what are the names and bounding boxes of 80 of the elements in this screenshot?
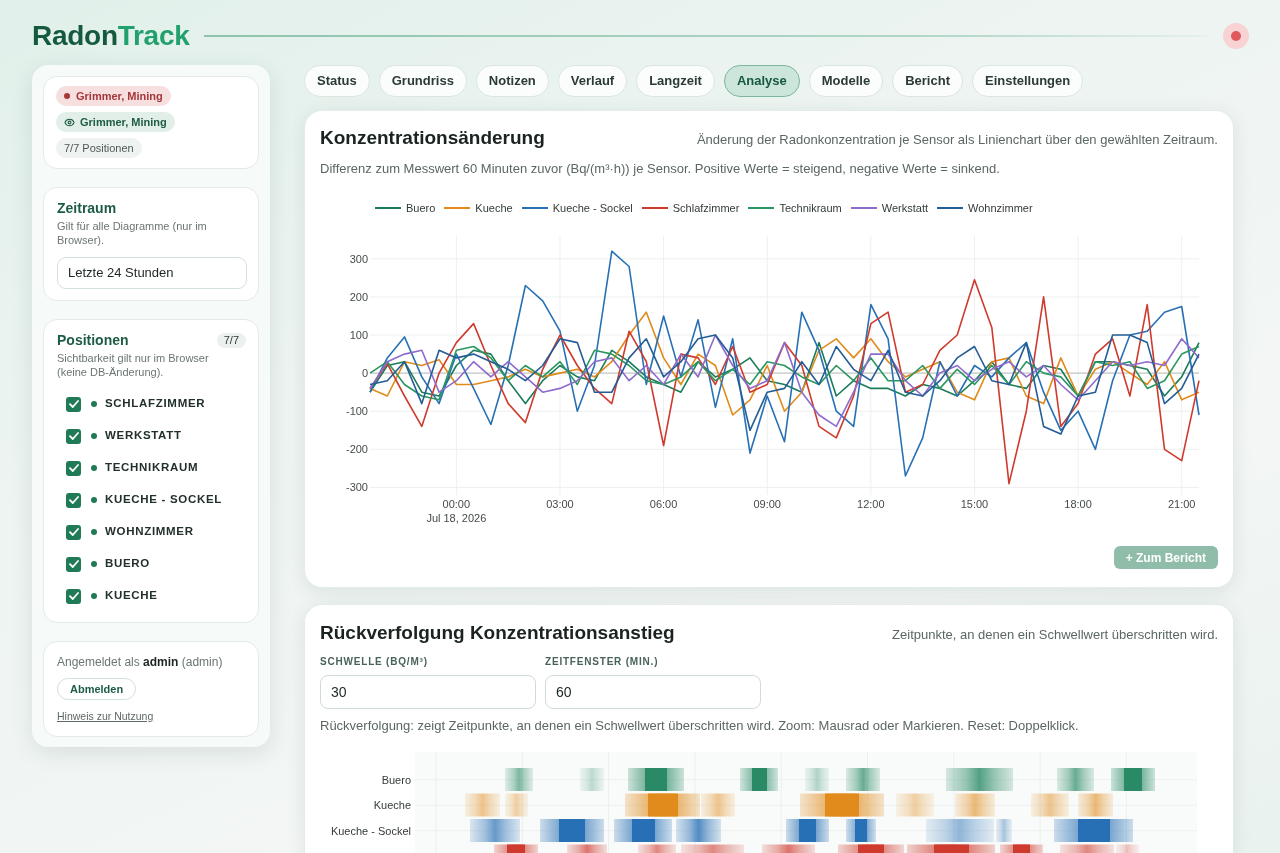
axis-tick-label: -300 — [345, 481, 368, 494]
card-title: Rückverfolgung Konzentrationsanstieg — [320, 621, 675, 645]
tab[interactable]: Verlauf — [557, 65, 628, 97]
axis-tick-label: 21:00 — [1167, 498, 1196, 510]
check-icon — [68, 592, 79, 600]
usage-note-link[interactable]: Hinweis zur Nutzung — [57, 709, 154, 723]
axis-tick-label: -200 — [345, 443, 368, 456]
check-icon — [68, 528, 79, 536]
row-label: Kueche — [373, 798, 411, 813]
position-label[interactable]: WERKSTATT — [105, 427, 182, 445]
section-title: Positionen — [57, 331, 129, 349]
tab[interactable]: Langzeit — [636, 65, 715, 97]
axis-tick-label: 09:00 — [753, 498, 781, 510]
field-label: ZEITFENSTER (MIN.) — [545, 656, 660, 668]
section-description: Gilt für alle Diagramme (nur im Browser). — [57, 219, 208, 247]
legend-label: Buero — [406, 201, 436, 215]
position-label[interactable]: SCHLAFZIMMER — [105, 395, 206, 413]
axis-tick-label: 18:00 — [1064, 498, 1092, 510]
eye-icon — [64, 116, 75, 128]
position-label[interactable]: WOHNZIMMER — [105, 523, 194, 541]
position-label[interactable]: KUECHE — [105, 587, 158, 605]
position-label[interactable]: TECHNIKRAUM — [105, 459, 199, 477]
axis-date-label: Jul 18, 2026 — [426, 512, 487, 524]
legend-label: Kueche — [475, 201, 513, 215]
app-logo: RadonTrack — [32, 20, 190, 52]
checkbox[interactable] — [66, 428, 81, 444]
tab[interactable]: Analyse — [723, 65, 800, 97]
checkbox[interactable] — [66, 588, 81, 604]
trace-hint: Rückverfolgung: zeigt Zeitpunkte, an denen ein Schwellwert überschritten wird. Zoom: Mausrad oder Markieren. Reset: Doppelklick. — [320, 718, 1080, 734]
tag-label: Grimmer, Mining — [76, 88, 163, 104]
axis-tick-label: 15:00 — [960, 498, 989, 510]
axis-tick-label: 300 — [349, 252, 368, 265]
axis-tick-label: 03:00 — [546, 498, 574, 510]
legend-label: Werkstatt — [881, 201, 929, 215]
field-label: SCHWELLE (BQ/M³) — [320, 656, 429, 668]
chart-note: Differenz zum Messwert 60 Minuten zuvor (Bq/(m³·h)) je Sensor. Positive Werte = steigend, negative Werte = sinkend. — [320, 161, 1001, 177]
tab[interactable]: Bericht — [892, 65, 963, 97]
axis-tick-label: 200 — [349, 290, 368, 303]
check-icon — [68, 400, 79, 408]
checkbox[interactable] — [66, 396, 81, 412]
checkbox[interactable] — [66, 492, 81, 508]
login-status-text: Angemeldet als admin (admin) — [57, 654, 223, 670]
tag-label: Grimmer, Mining — [80, 114, 167, 130]
row-label: Kueche - Sockel — [330, 823, 411, 839]
tab[interactable]: Notizen — [475, 65, 549, 97]
count-tag: 7/7 — [216, 332, 246, 348]
input-field[interactable]: 60 — [545, 675, 761, 709]
tab[interactable]: Grundriss — [378, 65, 467, 97]
logout-button[interactable]: Abmelden — [57, 678, 137, 700]
checkbox[interactable] — [66, 460, 81, 476]
tab[interactable]: Status — [304, 65, 370, 97]
card-description: Zeitpunkte, an denen ein Schwellwert überschritten wird. — [892, 627, 1218, 643]
position-label[interactable]: BUERO — [105, 555, 150, 573]
tab[interactable]: Einstellungen — [972, 65, 1084, 97]
axis-tick-label: -100 — [345, 405, 368, 418]
section-title: Zeitraum — [57, 199, 118, 217]
legend-label: Wohnzimmer — [968, 201, 1033, 215]
check-icon — [68, 432, 79, 440]
input-field[interactable]: 30 — [320, 675, 536, 709]
legend-label: Technikraum — [779, 201, 842, 215]
axis-tick-label: 06:00 — [649, 498, 678, 510]
axis-tick-label: 00:00 — [442, 498, 471, 510]
legend-label: Kueche - Sockel — [552, 201, 633, 215]
checkbox[interactable] — [66, 524, 81, 540]
position-label[interactable]: KUECHE - SOCKEL — [105, 491, 223, 509]
checkbox[interactable] — [66, 556, 81, 572]
time-range-select[interactable]: Letzte 24 Stunden — [57, 257, 247, 289]
axis-tick-label: 100 — [349, 329, 368, 342]
axis-tick-label: 0 — [361, 367, 368, 380]
count-tag: 7/7 Positionen — [56, 138, 142, 158]
check-icon — [68, 496, 79, 504]
check-icon — [68, 560, 79, 568]
card-title: Konzentrationsänderung — [320, 126, 545, 150]
tab[interactable]: Modelle — [808, 65, 884, 97]
card-description: Änderung der Radonkonzentration je Sensor als Linienchart über den gewählten Zeitraum. — [696, 132, 1218, 148]
axis-tick-label: 12:00 — [857, 498, 885, 510]
row-label: Buero — [381, 772, 411, 788]
section-description: Sichtbarkeit gilt nur im Browser (keine DB-Änderung). — [57, 351, 210, 379]
check-icon — [68, 464, 79, 472]
legend-label: Schlafzimmer — [672, 201, 740, 215]
